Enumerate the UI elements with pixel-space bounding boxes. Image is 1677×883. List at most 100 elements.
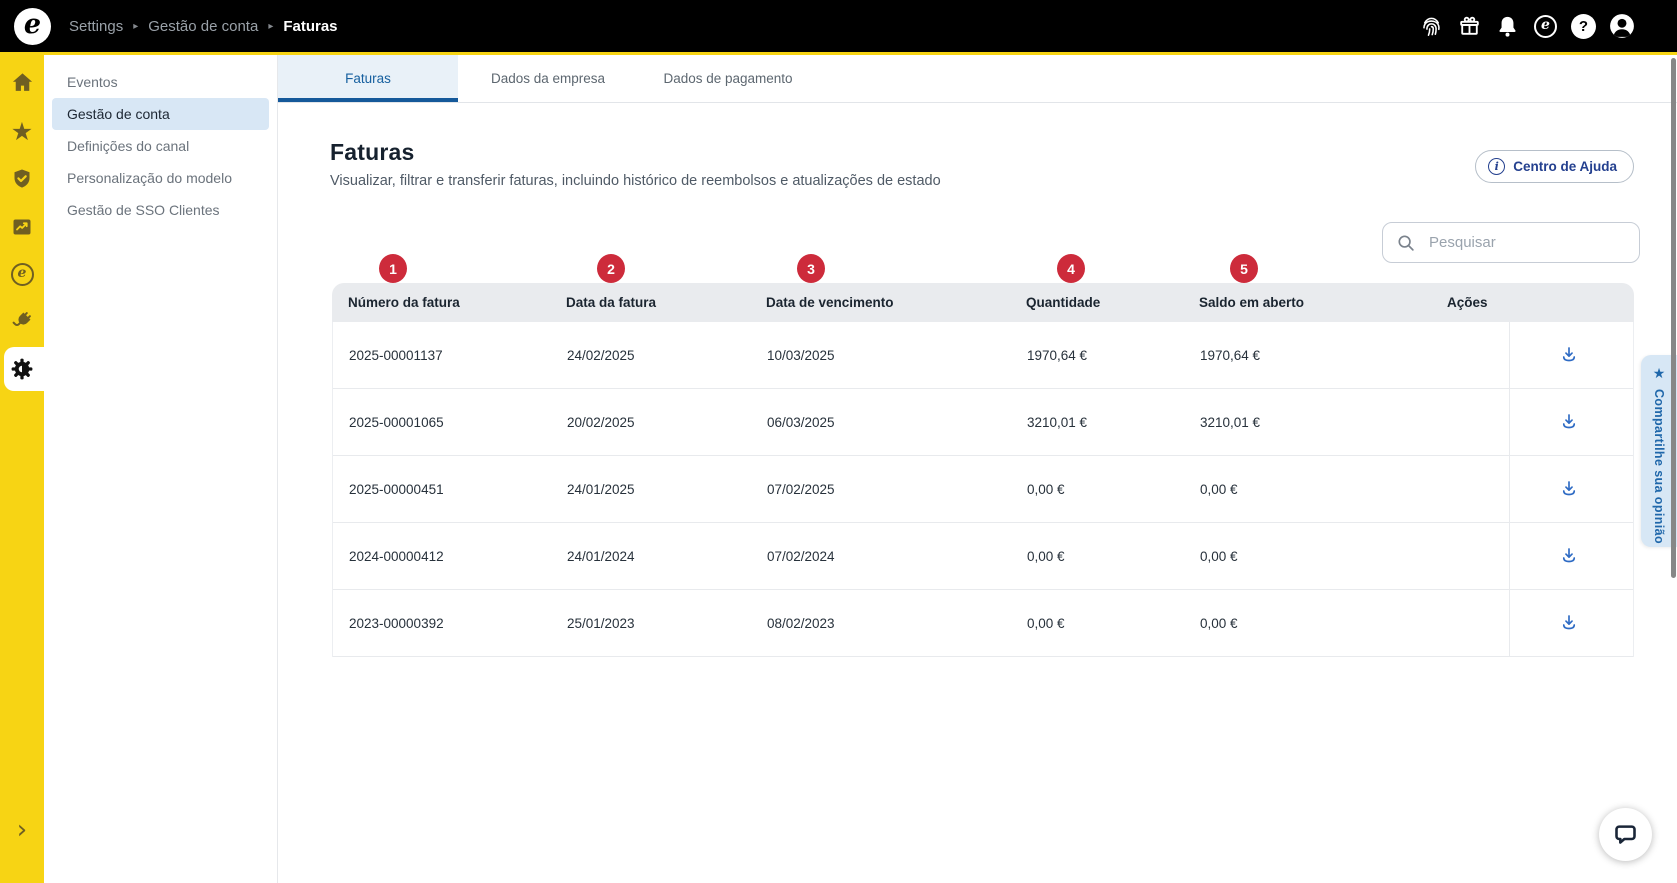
question-mark: ?: [1579, 18, 1588, 35]
cell-invoice-number: 2025-00000451: [349, 456, 444, 522]
cell-quantity: 3210,01 €: [1027, 389, 1087, 455]
main-content: Faturas Dados da empresa Dados de pagame…: [278, 55, 1677, 883]
column-header-quantity: Quantidade: [1026, 283, 1100, 322]
chat-button[interactable]: [1599, 808, 1652, 861]
breadcrumb: Settings ▸ Gestão de conta ▸ Faturas: [69, 18, 338, 35]
search-box: [1382, 222, 1640, 263]
gift-icon[interactable]: [1456, 13, 1483, 40]
brand-letter: e: [1541, 18, 1550, 32]
expand-rail-chevron-icon[interactable]: ›: [17, 817, 27, 843]
page-subtitle: Visualizar, filtrar e transferir faturas…: [330, 173, 941, 189]
step-badge-5: 5: [1230, 254, 1258, 283]
sidebar-item-eventos[interactable]: Eventos: [52, 66, 269, 98]
eventim-brand-icon[interactable]: e: [1532, 13, 1559, 40]
invoices-table: 1 2 3 4 5 Número da fatura Data da fatur…: [332, 283, 1634, 657]
column-header-invoice-date: Data da fatura: [566, 283, 656, 322]
actions-column-divider: [1509, 322, 1510, 657]
column-header-invoice-number: Número da fatura: [348, 283, 460, 322]
cell-quantity: 0,00 €: [1027, 456, 1065, 522]
cell-open-balance: 0,00 €: [1200, 523, 1238, 589]
cell-quantity: 0,00 €: [1027, 523, 1065, 589]
home-icon[interactable]: [9, 69, 35, 95]
column-header-open-balance: Saldo em aberto: [1199, 283, 1304, 322]
search-input[interactable]: [1427, 233, 1630, 252]
breadcrumb-account-management[interactable]: Gestão de conta: [148, 18, 258, 35]
brand-logo[interactable]: e: [14, 8, 51, 45]
star-icon[interactable]: ★: [9, 118, 35, 144]
info-icon: i: [1488, 158, 1505, 175]
breadcrumb-current: Faturas: [283, 18, 337, 35]
step-badge-4: 4: [1057, 254, 1085, 283]
feedback-label: Compartilhe sua opinião: [1652, 389, 1666, 544]
account-icon[interactable]: [1608, 13, 1635, 40]
cell-quantity: 0,00 €: [1027, 590, 1065, 656]
table-body: 2025-00001137 24/02/2025 10/03/2025 1970…: [332, 322, 1634, 657]
table-row: 2025-00001137 24/02/2025 10/03/2025 1970…: [333, 322, 1633, 389]
vertical-scrollbar[interactable]: [1671, 58, 1676, 578]
cell-due-date: 07/02/2024: [767, 523, 835, 589]
topbar-icons: e ?: [1418, 13, 1663, 40]
brand-letter: e: [24, 11, 41, 38]
table-row: 2025-00001065 20/02/2025 06/03/2025 3210…: [333, 389, 1633, 456]
cell-due-date: 07/02/2025: [767, 456, 835, 522]
cell-open-balance: 0,00 €: [1200, 456, 1238, 522]
notifications-bell-icon[interactable]: [1494, 13, 1521, 40]
fingerprint-icon[interactable]: [1418, 13, 1445, 40]
settings-gear-icon[interactable]: [9, 356, 35, 382]
tab-bar: Faturas Dados da empresa Dados de pagame…: [278, 55, 1677, 103]
star-icon: ★: [1653, 367, 1666, 381]
cell-due-date: 08/02/2023: [767, 590, 835, 656]
star-glyph: ★: [11, 119, 33, 144]
sidebar-item-definicoes-do-canal[interactable]: Definições do canal: [52, 130, 269, 162]
breadcrumb-settings[interactable]: Settings: [69, 18, 123, 35]
table-row: 2024-00000412 24/01/2024 07/02/2024 0,00…: [333, 523, 1633, 590]
search-icon: [1395, 232, 1417, 254]
help-icon[interactable]: ?: [1570, 13, 1597, 40]
cell-invoice-date: 25/01/2023: [567, 590, 635, 656]
table-header: Número da fatura Data da fatura Data de …: [332, 283, 1634, 322]
cell-invoice-date: 24/01/2024: [567, 523, 635, 589]
cell-quantity: 1970,64 €: [1027, 322, 1087, 388]
cell-due-date: 06/03/2025: [767, 389, 835, 455]
settings-sidebar: Eventos Gestão de conta Definições do ca…: [44, 55, 278, 883]
tab-dados-de-pagamento[interactable]: Dados de pagamento: [638, 55, 818, 102]
page-title: Faturas: [330, 139, 941, 166]
step-badge-3: 3: [797, 254, 825, 283]
eventim-brand-icon[interactable]: e: [9, 261, 35, 287]
cell-invoice-number: 2025-00001137: [349, 322, 443, 388]
step-badge-1: 1: [379, 254, 407, 283]
breadcrumb-separator-icon: ▸: [133, 21, 138, 32]
sidebar-item-personalizacao-do-modelo[interactable]: Personalização do modelo: [52, 162, 269, 194]
page-header: Faturas Visualizar, filtrar e transferir…: [330, 139, 941, 189]
cell-open-balance: 3210,01 €: [1200, 389, 1260, 455]
sidebar-item-gestao-de-conta[interactable]: Gestão de conta: [52, 98, 269, 130]
help-center-button[interactable]: i Centro de Ajuda: [1475, 150, 1634, 183]
analytics-icon[interactable]: [9, 214, 35, 240]
table-row: 2025-00000451 24/01/2025 07/02/2025 0,00…: [333, 456, 1633, 523]
cell-invoice-date: 24/02/2025: [567, 322, 635, 388]
icon-rail: ★ e: [0, 55, 44, 883]
sidebar-item-gestao-de-sso-clientes[interactable]: Gestão de SSO Clientes: [52, 194, 269, 226]
download-invoice-button[interactable]: [1555, 542, 1584, 571]
cell-invoice-number: 2025-00001065: [349, 389, 444, 455]
cell-invoice-date: 20/02/2025: [567, 389, 635, 455]
download-invoice-button[interactable]: [1555, 341, 1584, 370]
cell-invoice-date: 24/01/2025: [567, 456, 635, 522]
download-invoice-button[interactable]: [1555, 475, 1584, 504]
column-header-due-date: Data de vencimento: [766, 283, 894, 322]
help-center-label: Centro de Ajuda: [1513, 159, 1617, 174]
brand-letter: e: [18, 266, 27, 280]
shield-check-icon[interactable]: [9, 166, 35, 192]
cell-open-balance: 1970,64 €: [1200, 322, 1260, 388]
download-invoice-button[interactable]: [1555, 408, 1584, 437]
breadcrumb-separator-icon: ▸: [268, 21, 273, 32]
cell-invoice-number: 2024-00000412: [349, 523, 444, 589]
step-badge-2: 2: [597, 254, 625, 283]
topbar: e Settings ▸ Gestão de conta ▸ Faturas: [0, 0, 1677, 52]
download-invoice-button[interactable]: [1555, 609, 1584, 638]
cell-due-date: 10/03/2025: [767, 322, 835, 388]
integrations-plug-icon[interactable]: [9, 308, 35, 334]
column-header-actions: Ações: [1447, 283, 1488, 322]
tab-faturas[interactable]: Faturas: [278, 55, 458, 102]
tab-dados-da-empresa[interactable]: Dados da empresa: [458, 55, 638, 102]
